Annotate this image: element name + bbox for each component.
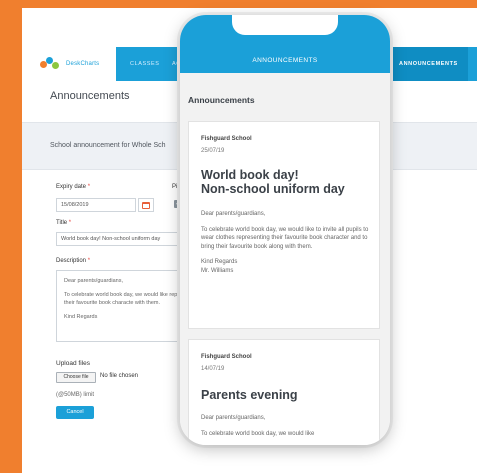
phone-header: ANNOUNCEMENTS	[180, 15, 390, 73]
card-body: Dear parents/guardians, To celebrate wor…	[201, 211, 369, 274]
calendar-icon	[142, 201, 150, 209]
card-title: World book day! Non-school uniform day	[201, 168, 345, 196]
announcement-card[interactable]: Fishguard School 25/07/19 World book day…	[188, 121, 380, 329]
phone-notch	[232, 15, 338, 35]
card-school: Fishguard School	[201, 136, 252, 142]
expiry-date-input[interactable]: 15/08/2019	[56, 198, 136, 212]
title-label: Title *	[56, 220, 72, 226]
page-title: Announcements	[50, 90, 130, 102]
nav-classes[interactable]: CLASSES	[130, 47, 160, 81]
logo-icon	[40, 57, 62, 71]
nav-announcements[interactable]: ANNOUNCEMENTS	[389, 47, 468, 81]
card-body: Dear parents/guardians, To celebrate wor…	[201, 415, 315, 437]
card-school: Fishguard School	[201, 354, 252, 360]
file-status-text: No file chosen	[100, 373, 139, 379]
phone-content: Announcements Fishguard School 25/07/19 …	[180, 73, 390, 445]
app-logo[interactable]: DeskCharts	[22, 47, 116, 81]
upload-limit-text: (@50MB) limit	[56, 392, 95, 398]
card-title: Parents evening	[201, 388, 298, 402]
phone-heading: Announcements	[188, 95, 255, 105]
announcement-header-text: School announcement for Whole Sch	[50, 142, 166, 149]
description-label: Description *	[56, 258, 91, 264]
choose-file-button[interactable]: Choose file	[56, 372, 96, 383]
upload-files-label: Upload files	[56, 360, 90, 367]
card-date: 25/07/19	[201, 148, 225, 154]
expiry-date-label: Expiry date *	[56, 184, 91, 190]
logo-text: DeskCharts	[66, 61, 100, 67]
calendar-button[interactable]	[138, 198, 154, 212]
phone-tab-announcements[interactable]: ANNOUNCEMENTS	[180, 57, 390, 64]
phone-mockup: ANNOUNCEMENTS Announcements Fishguard Sc…	[180, 15, 390, 445]
card-date: 14/07/19	[201, 366, 225, 372]
cancel-button[interactable]: Cancel	[56, 406, 94, 419]
announcement-card[interactable]: Fishguard School 14/07/19 Parents evenin…	[188, 339, 380, 445]
